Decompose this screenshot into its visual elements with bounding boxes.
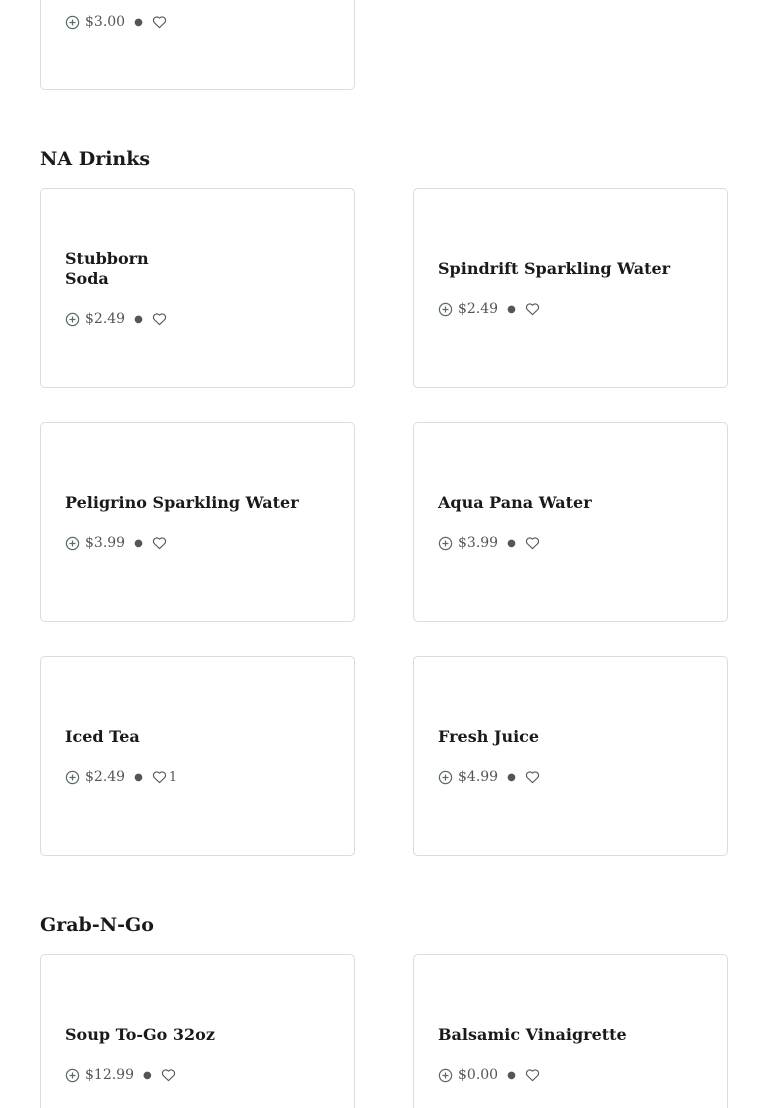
item-price: $3.00 bbox=[85, 14, 126, 30]
item-price: $2.49 bbox=[458, 301, 499, 317]
section-title: NA Drinks bbox=[40, 148, 151, 170]
item-name: Fresh Juice bbox=[438, 727, 540, 746]
separator-dot: ● bbox=[507, 303, 516, 315]
add-circle-icon[interactable] bbox=[65, 770, 80, 785]
menu-item-card[interactable]: Spindrift Sparkling Water $2.49 ● bbox=[413, 188, 728, 388]
item-price: $4.99 bbox=[458, 769, 499, 785]
heart-icon[interactable] bbox=[525, 1068, 540, 1082]
heart-icon[interactable] bbox=[525, 302, 540, 316]
section-title: Grab-N-Go bbox=[40, 914, 154, 936]
add-circle-icon[interactable] bbox=[438, 536, 453, 551]
separator-dot: ● bbox=[134, 313, 143, 325]
menu-item-card[interactable]: Soup To-Go 32oz $12.99 ● bbox=[40, 954, 355, 1108]
add-circle-icon[interactable] bbox=[65, 15, 80, 30]
item-name: Iced Tea bbox=[65, 727, 140, 746]
separator-dot: ● bbox=[507, 537, 516, 549]
like-count: 1 bbox=[168, 769, 178, 785]
separator-dot: ● bbox=[134, 16, 143, 28]
menu-item-card[interactable]: Balsamic Vinaigrette $0.00 ● bbox=[413, 954, 728, 1108]
menu-item-card[interactable]: Aqua Pana Water $3.99 ● bbox=[413, 422, 728, 622]
menu-item-card[interactable]: Fresh Juice $4.99 ● bbox=[413, 656, 728, 856]
item-price: $2.49 bbox=[85, 311, 126, 327]
item-name: Spindrift Sparkling Water bbox=[438, 259, 671, 278]
add-circle-icon[interactable] bbox=[65, 312, 80, 327]
item-name: Peligrino Sparkling Water bbox=[65, 493, 299, 512]
heart-icon[interactable] bbox=[152, 770, 167, 784]
separator-dot: ● bbox=[134, 771, 143, 783]
item-price: $2.49 bbox=[85, 769, 126, 785]
add-circle-icon[interactable] bbox=[438, 302, 453, 317]
item-price: $3.99 bbox=[85, 535, 126, 551]
item-price: $12.99 bbox=[85, 1067, 134, 1083]
heart-icon[interactable] bbox=[152, 15, 167, 29]
heart-icon[interactable] bbox=[525, 536, 540, 550]
item-price: $3.99 bbox=[458, 535, 499, 551]
add-circle-icon[interactable] bbox=[438, 1068, 453, 1083]
item-name: Stubborn Soda bbox=[65, 249, 149, 288]
menu-item-card[interactable]: Iced Tea $2.49 ● 1 bbox=[40, 656, 355, 856]
add-circle-icon[interactable] bbox=[65, 1068, 80, 1083]
menu-item-card[interactable]: Stubborn Soda $2.49 ● bbox=[40, 188, 355, 388]
heart-icon[interactable] bbox=[152, 536, 167, 550]
item-price: $0.00 bbox=[458, 1067, 499, 1083]
heart-icon[interactable] bbox=[161, 1068, 176, 1082]
separator-dot: ● bbox=[507, 771, 516, 783]
separator-dot: ● bbox=[134, 537, 143, 549]
separator-dot: ● bbox=[507, 1069, 516, 1081]
item-name: Balsamic Vinaigrette bbox=[438, 1025, 627, 1044]
item-name: Aqua Pana Water bbox=[438, 493, 592, 512]
add-circle-icon[interactable] bbox=[65, 536, 80, 551]
heart-icon[interactable] bbox=[152, 312, 167, 326]
add-circle-icon[interactable] bbox=[438, 770, 453, 785]
item-name: Soup To-Go 32oz bbox=[65, 1025, 215, 1044]
heart-icon[interactable] bbox=[525, 770, 540, 784]
menu-item-card[interactable]: Peligrino Sparkling Water $3.99 ● bbox=[40, 422, 355, 622]
menu-item-card[interactable]: $3.00 ● bbox=[40, 0, 355, 90]
separator-dot: ● bbox=[143, 1069, 152, 1081]
